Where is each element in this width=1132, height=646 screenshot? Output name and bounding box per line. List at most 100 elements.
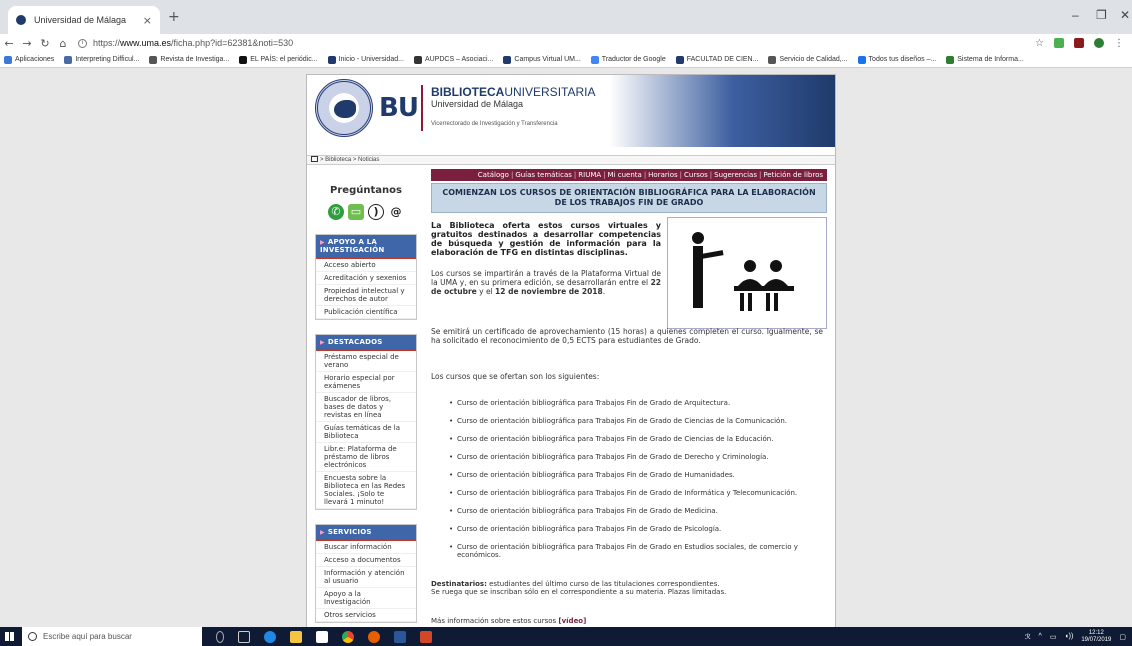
bookmark-label: Sistema de Informa...: [957, 56, 1024, 63]
bookmark-icon: [503, 55, 512, 64]
top-nav-link[interactable]: Sugerencias: [712, 171, 759, 179]
people-icon[interactable]: ℛ: [1025, 633, 1031, 641]
top-nav-link[interactable]: Horarios: [646, 171, 679, 179]
bookmark-icon: [946, 55, 955, 64]
video-link[interactable]: [vídeo]: [558, 617, 586, 625]
powerpoint-icon[interactable]: [420, 630, 432, 643]
start-button[interactable]: [0, 627, 18, 646]
minimize-icon[interactable]: –: [1072, 8, 1079, 22]
sidebar-section-header[interactable]: ▶ DESTACADOS: [316, 335, 416, 351]
microphone-icon[interactable]: [216, 630, 224, 643]
top-nav: Catálogo | Guías temáticas | RIUMA | Mi cuenta…: [431, 169, 827, 181]
bookmark-item[interactable]: Aplicaciones: [4, 55, 54, 64]
arrow-icon: ▶: [320, 529, 325, 536]
system-tray: ℛ ^ ▭ ◖)) 12:12 19/07/2019 ▢: [1025, 630, 1132, 644]
bookmark-icon: [675, 55, 684, 64]
bookmark-item[interactable]: Servicio de Calidad,...: [768, 55, 848, 64]
task-view-icon[interactable]: [238, 630, 250, 643]
ask-icons: ✆ ▭ ) @: [315, 204, 417, 220]
sidebar-link[interactable]: Acceso a documentos: [316, 554, 416, 567]
menu-icon[interactable]: ⋮: [1114, 38, 1124, 49]
top-nav-link[interactable]: Petición de libros: [761, 171, 825, 179]
file-explorer-icon[interactable]: [290, 630, 302, 643]
site-info-icon[interactable]: i: [78, 38, 87, 48]
home-breadcrumb-icon[interactable]: [311, 156, 318, 162]
whatsapp-icon[interactable]: ✆: [328, 204, 344, 220]
sidebar-link[interactable]: Buscador de libros, bases de datos y rev…: [316, 393, 416, 422]
url-path: /ficha.php?id=62381&noti=530: [171, 38, 294, 48]
sidebar-link[interactable]: Acreditación y sexenios: [316, 272, 416, 285]
sidebar-link[interactable]: Apoyo a la Investigación: [316, 588, 416, 609]
tab-close-icon[interactable]: ×: [143, 14, 152, 27]
home-icon[interactable]: ⌂: [54, 37, 72, 50]
bookmark-label: Inicio - Universidad...: [338, 56, 404, 63]
bookmark-item[interactable]: Inicio - Universidad...: [327, 55, 404, 64]
sidebar-link[interactable]: Información y atención al usuario: [316, 567, 416, 588]
bu-logo[interactable]: BU: [379, 93, 419, 123]
email-icon[interactable]: @: [388, 204, 404, 220]
reload-icon[interactable]: ↻: [36, 37, 54, 50]
taskbar-search[interactable]: Escribe aquí para buscar: [22, 627, 202, 646]
top-nav-link[interactable]: Cursos: [682, 171, 710, 179]
network-icon[interactable]: ▭: [1050, 633, 1057, 641]
site-header: BU BIBLIOTECAUNIVERSITARIA Universidad d…: [307, 75, 835, 147]
tray-up-icon[interactable]: ^: [1039, 633, 1042, 640]
bookmark-item[interactable]: Interpreting Difficul...: [64, 55, 139, 64]
sidebar-link[interactable]: Propiedad intelectual y derechos de auto…: [316, 285, 416, 306]
restore-icon[interactable]: ❐: [1096, 8, 1107, 22]
top-nav-link[interactable]: RIUMA: [576, 171, 603, 179]
browser-tab[interactable]: Universidad de Málaga ×: [8, 6, 160, 34]
browser-toolbar: ← → ↻ ⌂ i https://www.uma.es/ficha.php?i…: [0, 34, 1132, 52]
back-icon[interactable]: ←: [0, 37, 18, 50]
chat-icon[interactable]: ▭: [348, 204, 364, 220]
pdf-extension-icon[interactable]: [1074, 38, 1084, 48]
sidebar-section-header[interactable]: ▶ SERVICIOS: [316, 525, 416, 541]
sidebar-section-header[interactable]: ▶ APOYO A LA INVESTIGACIÓN: [316, 235, 416, 259]
profile-avatar-icon[interactable]: [1094, 38, 1104, 48]
bookmark-item[interactable]: Traductor de Google: [590, 55, 666, 64]
bookmark-item[interactable]: Todos tus diseños –...: [857, 55, 936, 64]
top-nav-link[interactable]: Guías temáticas: [513, 171, 574, 179]
forward-icon[interactable]: →: [18, 37, 36, 50]
bookmark-item[interactable]: FACULTAD DE CIEN...: [675, 55, 758, 64]
edge-icon[interactable]: [264, 630, 276, 643]
address-bar[interactable]: i https://www.uma.es/ficha.php?id=62381&…: [72, 35, 1035, 51]
teacher-students-icon: [692, 232, 794, 311]
word-icon[interactable]: [394, 630, 406, 643]
sidebar-link[interactable]: Libr.e: Plataforma de préstamo de libros…: [316, 443, 416, 472]
close-window-icon[interactable]: ✕: [1120, 8, 1130, 22]
drive-extension-icon[interactable]: [1054, 38, 1064, 48]
windows-logo-icon: [4, 632, 14, 641]
top-nav-link[interactable]: Mi cuenta: [606, 171, 644, 179]
bookmark-star-icon[interactable]: ☆: [1035, 38, 1044, 49]
sidebar-link[interactable]: Encuesta sobre la Biblioteca en las Rede…: [316, 472, 416, 509]
volume-icon[interactable]: ◖)): [1064, 633, 1073, 640]
sidebar-link[interactable]: Buscar información: [316, 541, 416, 554]
bookmark-item[interactable]: Revista de Investiga...: [149, 55, 229, 64]
bookmark-item[interactable]: Campus Virtual UM...: [503, 55, 581, 64]
clock[interactable]: 12:12 19/07/2019: [1081, 630, 1111, 644]
course-item: Curso de orientación bibliográfica para …: [449, 489, 829, 497]
sidebar-link[interactable]: Publicación científica: [316, 306, 416, 319]
mail-icon[interactable]: [316, 630, 328, 643]
top-nav-link[interactable]: Catálogo: [476, 171, 511, 179]
new-tab-button[interactable]: +: [168, 9, 180, 25]
phone-icon[interactable]: ): [368, 204, 384, 220]
sidebar-link[interactable]: Guías temáticas de la Biblioteca: [316, 422, 416, 443]
sidebar-link[interactable]: Otros servicios: [316, 609, 416, 622]
university-name: Universidad de Málaga: [431, 99, 524, 109]
uma-seal-logo[interactable]: [315, 79, 373, 137]
sidebar-link[interactable]: Acceso abierto: [316, 259, 416, 272]
bookmark-item[interactable]: EL PAÍS: el periódic...: [239, 55, 318, 64]
bookmark-item[interactable]: AUPDCS – Asociaci...: [413, 55, 493, 64]
chrome-icon[interactable]: [342, 630, 354, 643]
bookmark-item[interactable]: Sistema de Informa...: [946, 55, 1024, 64]
left-sidebar: Pregúntanos ✆ ▭ ) @ ▶ APOYO A LA INVESTIG…: [315, 169, 417, 623]
sidebar-link[interactable]: Préstamo especial de verano: [316, 351, 416, 372]
sidebar-section-title: SERVICIOS: [327, 528, 372, 536]
breadcrumb[interactable]: > Biblioteca > Noticias: [307, 155, 835, 165]
firefox-icon[interactable]: [368, 630, 380, 643]
notification-icon[interactable]: ▢: [1119, 633, 1126, 641]
biblioteca-title[interactable]: BIBLIOTECAUNIVERSITARIA: [431, 85, 595, 99]
sidebar-link[interactable]: Horario especial por exámenes: [316, 372, 416, 393]
